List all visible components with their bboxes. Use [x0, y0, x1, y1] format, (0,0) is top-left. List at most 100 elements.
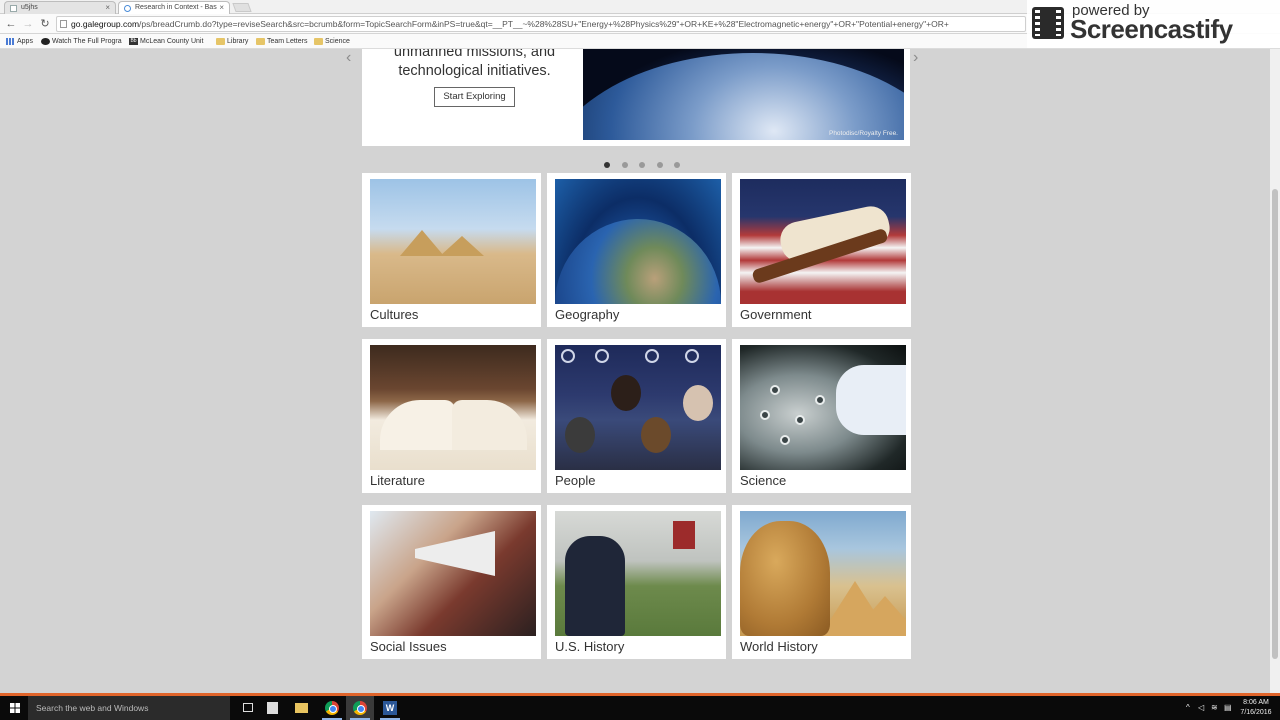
- chrome-icon[interactable]: [325, 701, 339, 715]
- person-shape: [641, 417, 671, 453]
- seal-shape: [595, 349, 609, 363]
- slider-dot[interactable]: [639, 162, 645, 168]
- tab-title: u5jhs: [21, 4, 38, 11]
- page-scrollbar[interactable]: [1270, 49, 1280, 693]
- network-icon[interactable]: ≋: [1211, 696, 1218, 720]
- tab-u5jhs[interactable]: u5jhs ×: [4, 1, 116, 14]
- bookmark-team-letters[interactable]: Team Letters: [256, 36, 307, 47]
- close-tab-icon[interactable]: ×: [105, 2, 110, 14]
- topic-label[interactable]: Government: [740, 307, 812, 322]
- slider-prev-arrow-icon[interactable]: ‹: [346, 49, 351, 67]
- slider-dot[interactable]: [656, 162, 663, 168]
- world-history-image[interactable]: [740, 511, 906, 636]
- page-content: ‹ › unmanned missions, and technological…: [0, 49, 1270, 693]
- soldier-shape: [565, 536, 625, 636]
- topic-label[interactable]: Geography: [555, 307, 619, 322]
- topic-label[interactable]: People: [555, 473, 595, 488]
- chrome-active-icon[interactable]: [353, 701, 367, 715]
- new-tab-button[interactable]: [232, 3, 252, 12]
- topic-card-geography[interactable]: Geography: [547, 173, 726, 327]
- page-info-icon[interactable]: [60, 20, 67, 28]
- folder-icon: [314, 38, 323, 45]
- slider-dot[interactable]: [674, 162, 680, 168]
- start-button[interactable]: [0, 696, 28, 720]
- topic-card-world-history[interactable]: World History: [732, 505, 911, 659]
- url-host: go.galegroup.com: [71, 19, 140, 29]
- topic-card-literature[interactable]: Literature: [362, 339, 541, 493]
- start-exploring-button[interactable]: Start Exploring: [434, 87, 515, 107]
- store-icon[interactable]: [267, 702, 278, 714]
- spot-shape: [780, 435, 790, 445]
- forward-arrow-icon[interactable]: →: [21, 16, 35, 32]
- windows-taskbar: Search the web and Windows W ^ ◁ ≋ ▤ 8:0…: [0, 696, 1280, 720]
- film-icon: [1032, 7, 1064, 39]
- hero-text-line: technological initiatives.: [398, 63, 551, 79]
- bookmark-mclean[interactable]: Bb McLean County Unit: [129, 36, 203, 47]
- hero-earth-image[interactable]: Photodisc/Royalty Free.: [583, 49, 904, 140]
- slider-dot[interactable]: [604, 162, 610, 168]
- slider-dot[interactable]: [621, 162, 628, 168]
- pyramid-shape: [440, 236, 484, 256]
- seal-shape: [645, 349, 659, 363]
- image-credit: Photodisc/Royalty Free.: [828, 130, 898, 137]
- topic-label[interactable]: Cultures: [370, 307, 418, 322]
- topic-card-science[interactable]: Science: [732, 339, 911, 493]
- person-shape: [611, 375, 641, 411]
- spot-shape: [815, 395, 825, 405]
- notifications-icon[interactable]: ▤: [1224, 696, 1232, 720]
- tab-research-in-context[interactable]: Research in Context - Bas ×: [118, 1, 230, 14]
- topic-card-us-history[interactable]: U.S. History: [547, 505, 726, 659]
- topic-label[interactable]: Social Issues: [370, 639, 447, 654]
- taskbar-search[interactable]: Search the web and Windows: [28, 696, 230, 720]
- speaker-icon[interactable]: ◁: [1198, 696, 1204, 720]
- scrollbar-thumb[interactable]: [1272, 189, 1278, 659]
- file-explorer-icon[interactable]: [295, 703, 308, 713]
- tab-title: Research in Context - Bas: [135, 4, 217, 11]
- geography-image[interactable]: [555, 179, 721, 304]
- spot-shape: [760, 410, 770, 420]
- reload-icon[interactable]: ↻: [38, 16, 52, 32]
- page-icon: [10, 5, 17, 12]
- hero-slider: unmanned missions, and technological ini…: [362, 49, 910, 146]
- topic-card-people[interactable]: People: [547, 339, 726, 493]
- bookmark-label: Apps: [17, 38, 33, 45]
- task-view-icon[interactable]: [243, 703, 253, 712]
- book-page-shape: [452, 400, 527, 450]
- seal-shape: [685, 349, 699, 363]
- topic-card-cultures[interactable]: Cultures: [362, 173, 541, 327]
- government-image[interactable]: [740, 179, 906, 304]
- folder-icon: [216, 38, 225, 45]
- close-tab-icon[interactable]: ×: [219, 2, 224, 14]
- literature-image[interactable]: [370, 345, 536, 470]
- topic-card-social-issues[interactable]: Social Issues: [362, 505, 541, 659]
- flag-shape: [673, 521, 695, 549]
- show-hidden-icons[interactable]: ^: [1186, 696, 1190, 720]
- back-arrow-icon[interactable]: ←: [4, 16, 18, 32]
- topic-label[interactable]: World History: [740, 639, 818, 654]
- bookmark-science[interactable]: Science: [314, 36, 350, 47]
- bookmark-library[interactable]: Library: [216, 36, 248, 47]
- bookmark-apps[interactable]: Apps: [6, 36, 33, 47]
- apps-icon: [6, 38, 15, 45]
- cultures-image[interactable]: [370, 179, 536, 304]
- people-image[interactable]: [555, 345, 721, 470]
- word-icon[interactable]: W: [383, 701, 397, 715]
- topic-label[interactable]: Literature: [370, 473, 425, 488]
- mc-icon: Bb: [129, 38, 138, 45]
- windows-logo-icon: [10, 703, 20, 713]
- address-bar[interactable]: go.galegroup.com/ps/breadCrumb.do?type=r…: [56, 16, 1026, 32]
- topic-label[interactable]: U.S. History: [555, 639, 624, 654]
- clock-date: 7/16/2016: [1240, 709, 1272, 716]
- bookmark-watch[interactable]: Watch The Full Progra: [41, 36, 122, 47]
- spot-shape: [770, 385, 780, 395]
- science-image[interactable]: [740, 345, 906, 470]
- us-history-image[interactable]: [555, 511, 721, 636]
- system-clock[interactable]: 8:06 AM 7/16/2016: [1238, 698, 1274, 718]
- social-issues-image[interactable]: [370, 511, 536, 636]
- hero-text-line: unmanned missions, and: [393, 49, 556, 60]
- topic-label[interactable]: Science: [740, 473, 786, 488]
- topic-card-government[interactable]: Government: [732, 173, 911, 327]
- spot-shape: [795, 415, 805, 425]
- slider-next-arrow-icon[interactable]: ›: [913, 49, 918, 67]
- loading-icon: [124, 5, 131, 12]
